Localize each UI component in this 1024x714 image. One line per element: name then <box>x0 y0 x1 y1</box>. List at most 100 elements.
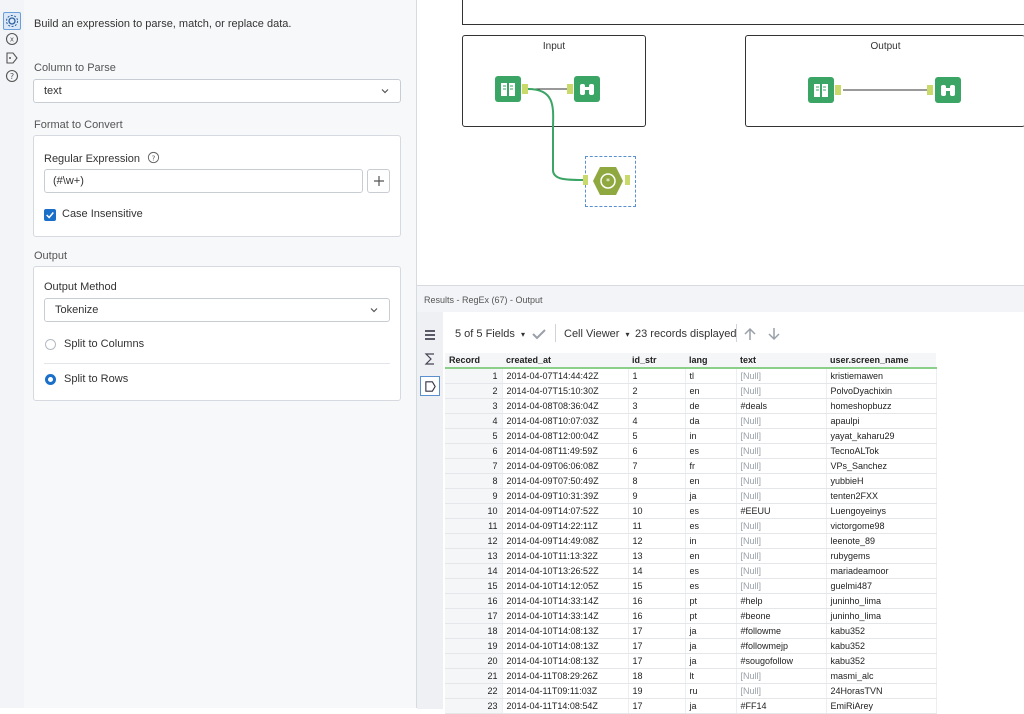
table-cell[interactable]: 2 <box>628 383 686 399</box>
table-cell[interactable]: #sougofollow <box>736 653 827 669</box>
table-cell[interactable]: tl <box>685 368 737 384</box>
table-cell[interactable]: 14 <box>445 563 503 579</box>
table-cell[interactable]: [Null] <box>736 428 827 444</box>
table-cell[interactable]: juninho_lima <box>826 608 937 624</box>
table-cell[interactable]: es <box>685 503 737 519</box>
table-cell[interactable]: es <box>685 578 737 594</box>
column-header[interactable]: id_str <box>628 353 685 369</box>
table-cell[interactable]: [Null] <box>736 413 827 429</box>
table-cell[interactable]: 18 <box>628 668 686 684</box>
table-cell[interactable]: 2014-04-10T14:12:05Z <box>502 578 629 594</box>
table-cell[interactable]: [Null] <box>736 488 827 504</box>
table-row[interactable]: 23 2014-04-11T14:08:54Z 17 ja #FF14 EmiRiArey <box>445 698 937 714</box>
table-row[interactable]: 4 2014-04-08T10:07:03Z 4 da [Null] apaulpi <box>445 413 937 429</box>
table-cell[interactable]: rubygems <box>826 548 937 564</box>
table-cell[interactable]: 20 <box>445 653 503 669</box>
table-cell[interactable]: victorgome98 <box>826 518 937 534</box>
fields-selector[interactable]: 5 of 5 Fields ▾ <box>455 328 525 340</box>
tag-icon[interactable] <box>4 50 20 66</box>
table-cell[interactable]: 3 <box>445 398 503 414</box>
table-cell[interactable]: 2014-04-09T14:07:52Z <box>502 503 629 519</box>
table-cell[interactable]: 19 <box>445 638 503 654</box>
table-cell[interactable]: lt <box>685 668 737 684</box>
table-cell[interactable]: 2014-04-09T14:22:11Z <box>502 518 629 534</box>
table-cell[interactable]: 15 <box>445 578 503 594</box>
table-cell[interactable]: masmi_alc <box>826 668 937 684</box>
table-cell[interactable]: 4 <box>445 413 503 429</box>
table-cell[interactable]: 22 <box>445 683 503 699</box>
table-cell[interactable]: 19 <box>628 683 686 699</box>
table-cell[interactable]: es <box>685 518 737 534</box>
table-cell[interactable]: leenote_89 <box>826 533 937 549</box>
cell-viewer-selector[interactable]: Cell Viewer ▾ <box>564 328 630 340</box>
table-cell[interactable]: ru <box>685 683 737 699</box>
table-cell[interactable]: #beone <box>736 608 827 624</box>
table-cell[interactable]: [Null] <box>736 533 827 549</box>
column-header[interactable]: lang <box>685 353 736 369</box>
help-icon[interactable]: ? <box>147 151 161 165</box>
workflow-canvas[interactable]: Input Output * <box>417 0 1024 284</box>
table-cell[interactable]: 2014-04-10T14:33:14Z <box>502 593 629 609</box>
table-row[interactable]: 1 2014-04-07T14:44:42Z 1 tl [Null] kristiemaw… <box>445 368 937 384</box>
table-cell[interactable]: 16 <box>628 608 686 624</box>
table-cell[interactable]: #help <box>736 593 827 609</box>
table-cell[interactable]: #followme <box>736 623 827 639</box>
apply-check-icon[interactable] <box>531 327 547 341</box>
table-cell[interactable]: guelmi487 <box>826 578 937 594</box>
table-cell[interactable]: 12 <box>628 533 686 549</box>
table-cell[interactable]: 13 <box>628 548 686 564</box>
table-cell[interactable]: in <box>685 533 737 549</box>
table-row[interactable]: 13 2014-04-10T11:13:32Z 13 en [Null] rubygems <box>445 548 937 564</box>
input-data-tool-icon[interactable] <box>495 76 521 102</box>
table-cell[interactable]: 2014-04-09T10:31:39Z <box>502 488 629 504</box>
table-cell[interactable]: #FF14 <box>736 698 827 714</box>
table-cell[interactable]: 13 <box>445 548 503 564</box>
table-cell[interactable]: 17 <box>628 623 686 639</box>
table-cell[interactable]: 2014-04-08T10:07:03Z <box>502 413 629 429</box>
table-cell[interactable]: 17 <box>628 698 686 714</box>
table-cell[interactable]: yayat_kaharu29 <box>826 428 937 444</box>
table-cell[interactable]: 1 <box>445 368 503 384</box>
table-cell[interactable]: #EEUU <box>736 503 827 519</box>
table-cell[interactable]: [Null] <box>736 368 827 384</box>
table-cell[interactable]: 16 <box>628 593 686 609</box>
table-cell[interactable]: PolvoDyachixin <box>826 383 937 399</box>
table-cell[interactable]: 23 <box>445 698 503 714</box>
metadata-icon[interactable] <box>423 352 437 366</box>
table-row[interactable]: 21 2014-04-11T08:29:26Z 18 lt [Null] masmi_al… <box>445 668 937 684</box>
table-cell[interactable]: #deals <box>736 398 827 414</box>
table-cell[interactable]: 2014-04-10T14:33:14Z <box>502 608 629 624</box>
table-cell[interactable]: 14 <box>628 563 686 579</box>
table-cell[interactable]: [Null] <box>736 683 827 699</box>
table-cell[interactable]: VPs_Sanchez <box>826 458 937 474</box>
table-cell[interactable]: 2014-04-09T07:50:49Z <box>502 473 629 489</box>
column-header[interactable]: user.screen_name <box>826 353 936 369</box>
table-cell[interactable]: 5 <box>628 428 686 444</box>
table-cell[interactable]: en <box>685 548 737 564</box>
table-cell[interactable]: fr <box>685 458 737 474</box>
table-cell[interactable]: [Null] <box>736 443 827 459</box>
table-cell[interactable]: [Null] <box>736 518 827 534</box>
table-cell[interactable]: 11 <box>445 518 503 534</box>
table-cell[interactable]: [Null] <box>736 548 827 564</box>
column-header[interactable]: created_at <box>502 353 628 369</box>
table-cell[interactable]: juninho_lima <box>826 593 937 609</box>
table-cell[interactable]: da <box>685 413 737 429</box>
table-cell[interactable]: 2 <box>445 383 503 399</box>
arrow-up-icon[interactable] <box>743 326 757 342</box>
table-cell[interactable]: ja <box>685 623 737 639</box>
table-cell[interactable]: 4 <box>628 413 686 429</box>
table-cell[interactable]: TecnoALTok <box>826 443 937 459</box>
table-cell[interactable]: EmiRiArey <box>826 698 937 714</box>
table-cell[interactable]: [Null] <box>736 383 827 399</box>
table-row[interactable]: 8 2014-04-09T07:50:49Z 8 en [Null] yubbieH <box>445 473 937 489</box>
table-cell[interactable]: mariadeamoor <box>826 563 937 579</box>
add-expression-button[interactable] <box>367 169 390 193</box>
table-cell[interactable]: ja <box>685 653 737 669</box>
table-cell[interactable]: 2014-04-09T06:06:08Z <box>502 458 629 474</box>
browse-tool-icon[interactable] <box>574 76 600 102</box>
table-row[interactable]: 6 2014-04-08T11:49:59Z 6 es [Null] TecnoALTok <box>445 443 937 459</box>
column-to-parse-select[interactable]: text <box>33 79 401 103</box>
table-row[interactable]: 9 2014-04-09T10:31:39Z 9 ja [Null] tenten2FXX <box>445 488 937 504</box>
table-cell[interactable]: tenten2FXX <box>826 488 937 504</box>
